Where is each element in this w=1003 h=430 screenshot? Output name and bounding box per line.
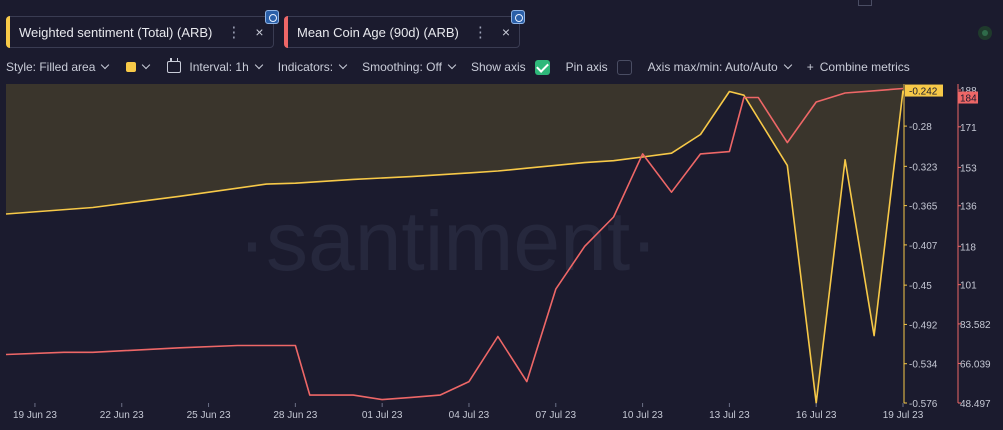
indicators-label: Indicators: xyxy=(277,60,334,74)
show-axis-label: Show axis xyxy=(470,60,526,74)
metric-chip-mean-coin-age[interactable]: Mean Coin Age (90d) (ARB) ⋮ × xyxy=(284,10,525,48)
right-tick-label: 66.039 xyxy=(960,359,991,370)
combine-metrics-button[interactable]: + Combine metrics xyxy=(807,60,910,74)
more-options-icon[interactable]: ⋮ xyxy=(226,23,241,41)
color-swatch-icon xyxy=(126,62,137,72)
left-axis: -0.28 -0.323 -0.365 -0.407 -0.45 -0.492 -0.534… xyxy=(903,84,943,410)
chart-toolbar: Style: Filled area Interval: 1h Indicato… xyxy=(6,58,910,76)
left-last-value: -0.242 xyxy=(909,87,938,98)
right-tick-label: 118 xyxy=(960,242,976,253)
santiment-watermark: ·santiment· xyxy=(238,194,658,288)
left-tick-label: -0.323 xyxy=(909,162,938,173)
metric-chip-weighted-sentiment[interactable]: Weighted sentiment (Total) (ARB) ⋮ × xyxy=(6,10,279,48)
chart[interactable]: ·santiment· -0.28 -0.323 -0.365 -0.407 -0.45… xyxy=(0,80,1003,430)
right-tick-label: 48.497 xyxy=(960,399,991,410)
checkbox-checked-icon[interactable] xyxy=(534,59,550,75)
series-color-bar xyxy=(6,16,10,48)
left-tick-label: -0.45 xyxy=(909,281,932,292)
right-tick-label: 101 xyxy=(960,281,977,292)
more-options-icon[interactable]: ⋮ xyxy=(473,23,488,41)
style-label: Style: Filled area xyxy=(6,60,96,74)
x-tick-label: 19 Jul 23 xyxy=(883,410,924,421)
calendar-icon xyxy=(167,58,182,73)
plus-icon: + xyxy=(806,60,814,74)
smoothing-dropdown[interactable]: Smoothing: Off xyxy=(362,60,457,74)
status-indicator-icon xyxy=(978,26,992,40)
left-tick-label: -0.492 xyxy=(909,320,938,331)
x-tick-label: 04 Jul 23 xyxy=(449,410,490,421)
chevron-down-icon xyxy=(101,60,110,70)
left-tick-label: -0.407 xyxy=(909,241,938,252)
interval-label: Interval: 1h xyxy=(189,60,249,74)
pin-axis-toggle[interactable]: Pin axis xyxy=(565,59,632,75)
chevron-down-icon xyxy=(254,60,263,70)
right-tick-label: 83.582 xyxy=(960,320,991,331)
x-tick-label: 16 Jul 23 xyxy=(796,410,837,421)
smoothing-label: Smoothing: Off xyxy=(362,60,442,74)
axis-maxmin-dropdown[interactable]: Axis max/min: Auto/Auto xyxy=(647,60,792,74)
chevron-down-icon xyxy=(142,60,151,70)
x-tick-label: 28 Jun 23 xyxy=(273,410,317,421)
project-logo-icon xyxy=(265,10,279,24)
x-tick-label: 01 Jul 23 xyxy=(362,410,403,421)
metric-label: Mean Coin Age (90d) (ARB) xyxy=(297,24,459,40)
indicators-dropdown[interactable]: Indicators: xyxy=(277,60,348,74)
left-tick-label: -0.534 xyxy=(909,360,938,371)
x-tick-label: 19 Jun 23 xyxy=(13,410,57,421)
x-axis: 19 Jun 23 22 Jun 23 25 Jun 23 28 Jun 23 01 J… xyxy=(13,403,924,421)
right-axis: 18817115313611810183.58266.03948.497184 xyxy=(957,84,991,410)
checkbox-unchecked-icon[interactable] xyxy=(616,59,632,75)
chevron-down-icon xyxy=(783,60,792,70)
right-tick-label: 153 xyxy=(960,163,977,174)
right-tick-label: 171 xyxy=(960,123,977,134)
close-icon[interactable]: × xyxy=(255,24,263,40)
style-dropdown[interactable]: Style: Filled area xyxy=(6,60,110,74)
x-tick-label: 25 Jun 23 xyxy=(187,410,231,421)
close-icon[interactable]: × xyxy=(502,24,510,40)
panel-handle-icon xyxy=(858,0,872,6)
series-color-bar xyxy=(284,16,288,48)
interval-dropdown[interactable]: Interval: 1h xyxy=(167,58,263,74)
show-axis-toggle[interactable]: Show axis xyxy=(470,59,550,75)
left-tick-label: -0.365 xyxy=(909,202,938,213)
left-tick-label: -0.576 xyxy=(909,399,938,410)
right-tick-label: 136 xyxy=(960,202,977,213)
combine-metrics-label: Combine metrics xyxy=(819,60,910,74)
pin-axis-label: Pin axis xyxy=(565,60,608,74)
x-tick-label: 10 Jul 23 xyxy=(622,410,663,421)
right-last-value: 184 xyxy=(960,94,977,105)
axis-maxmin-label: Axis max/min: Auto/Auto xyxy=(647,60,778,74)
x-tick-label: 07 Jul 23 xyxy=(535,410,576,421)
project-logo-icon xyxy=(511,10,525,24)
x-tick-label: 13 Jul 23 xyxy=(709,410,750,421)
x-tick-label: 22 Jun 23 xyxy=(100,410,144,421)
left-tick-label: -0.28 xyxy=(909,122,932,133)
chevron-down-icon xyxy=(447,60,457,70)
color-picker[interactable] xyxy=(126,60,151,72)
chevron-down-icon xyxy=(338,60,348,70)
metric-label: Weighted sentiment (Total) (ARB) xyxy=(19,24,213,40)
